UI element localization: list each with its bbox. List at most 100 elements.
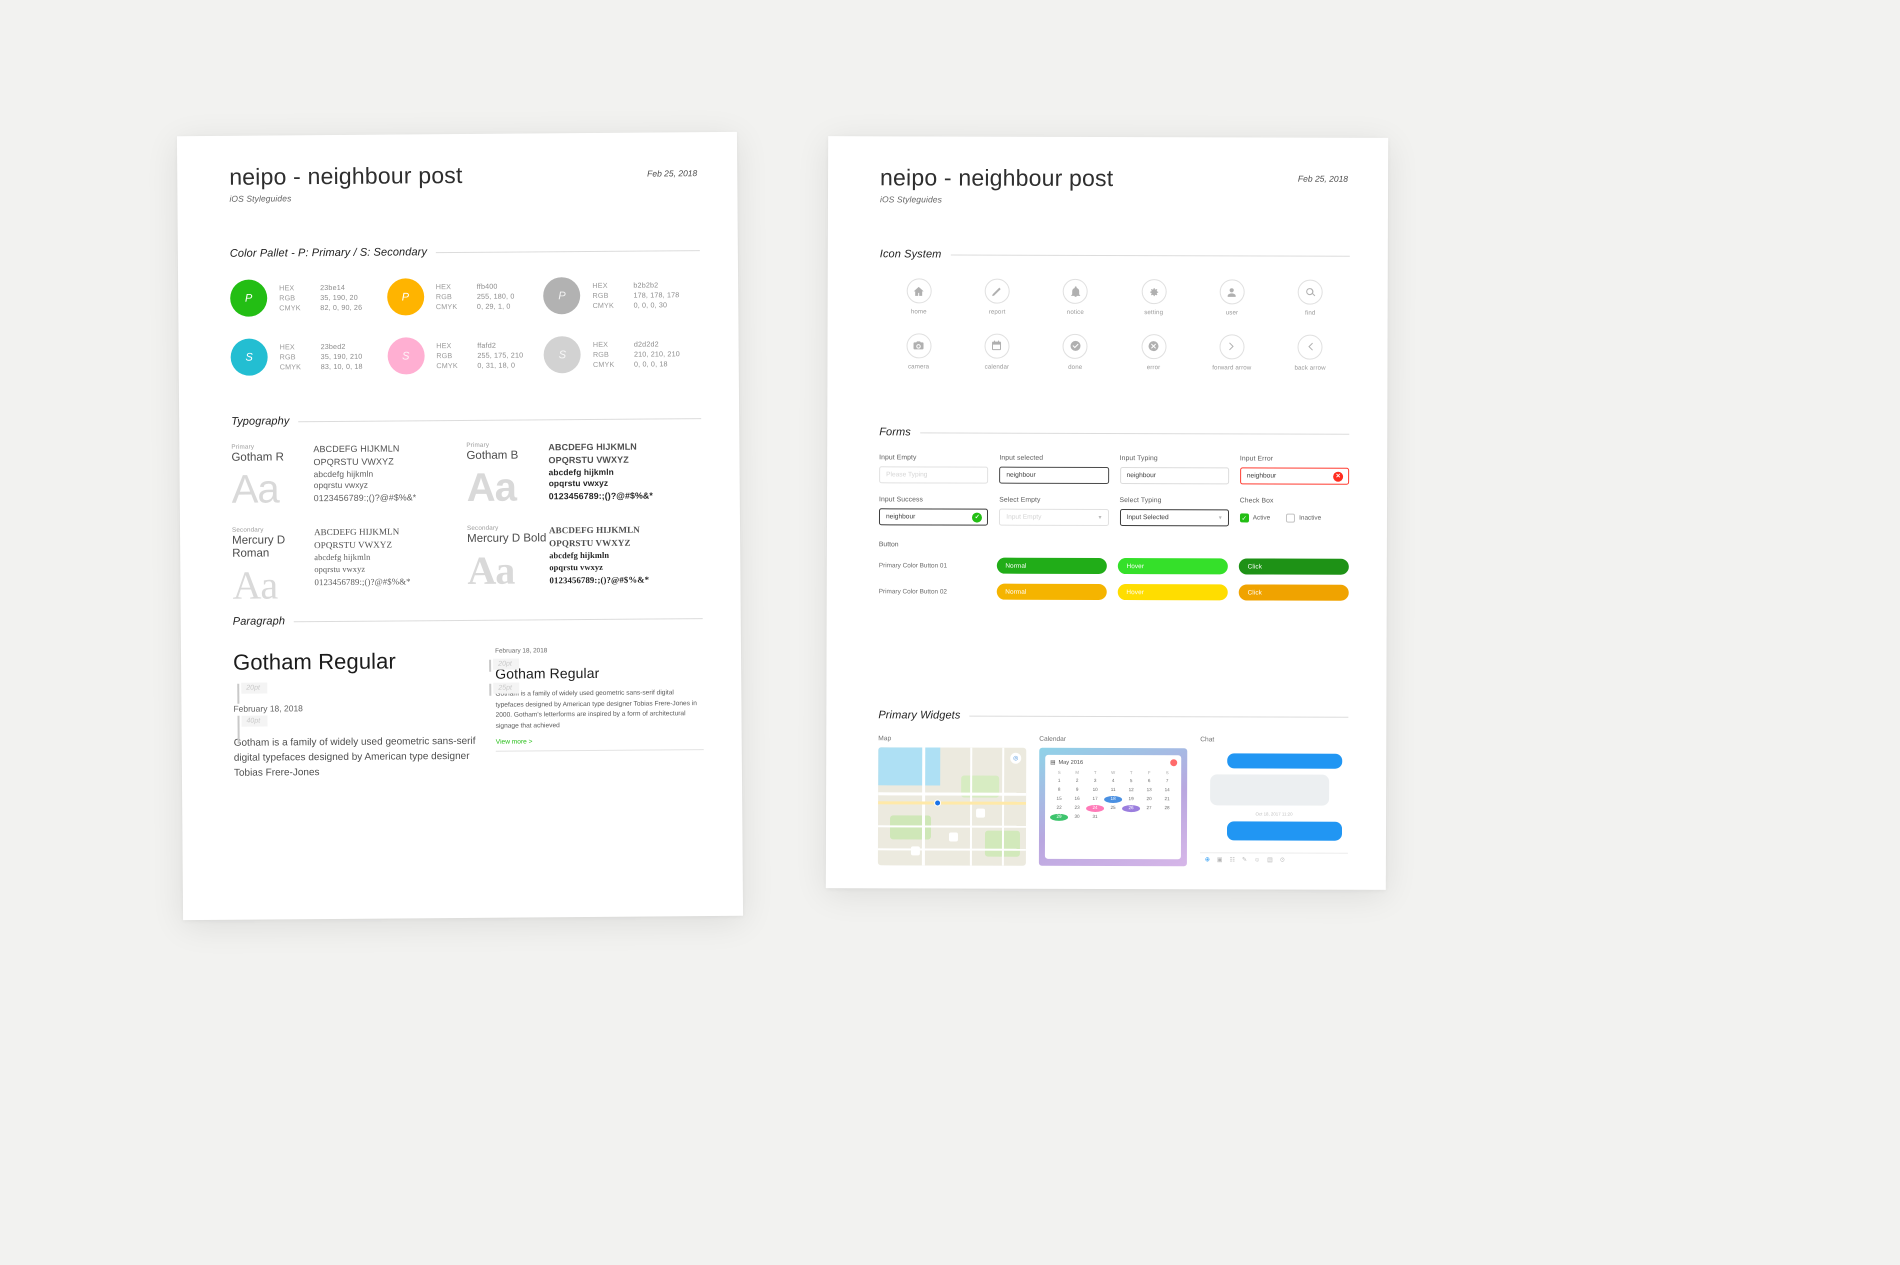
- widget-grid: Map ◎ Calendar ▤ May 2016 S M T W T F S …: [877, 735, 1349, 867]
- input-selected[interactable]: neighbour: [999, 466, 1109, 485]
- input-empty[interactable]: Please Typing: [879, 466, 989, 484]
- icon-item-done[interactable]: done: [1036, 333, 1114, 372]
- calendar-day[interactable]: 23: [1068, 805, 1086, 812]
- specimen-lowercase-2: opqrstu vwxyz: [314, 564, 366, 574]
- icon-item-calendar[interactable]: calendar: [958, 333, 1036, 371]
- add-icon[interactable]: ⊕: [1205, 856, 1210, 863]
- calendar-day[interactable]: 10: [1086, 787, 1104, 794]
- list-icon[interactable]: ▤: [1267, 857, 1273, 864]
- icon-label: setting: [1144, 309, 1164, 317]
- section-header: Typography: [231, 412, 702, 428]
- calendar-day[interactable]: 6: [1140, 779, 1158, 786]
- calendar-day[interactable]: 25: [1104, 805, 1122, 812]
- typeface-name: Mercury D Bold: [467, 532, 547, 546]
- cmyk-value: 0, 0, 0, 18: [633, 359, 668, 369]
- rgb-key: RGB: [436, 350, 453, 360]
- styleguide-page-right: neipo - neighbour post iOS Styleguides F…: [825, 136, 1389, 890]
- map-park: [889, 815, 932, 840]
- specimen-uppercase-2: OPQRSTU VWXYZ: [314, 539, 393, 551]
- select-typing-value: Input Selected: [1126, 514, 1169, 522]
- icon-item-camera[interactable]: camera: [879, 333, 957, 371]
- calendar-day[interactable]: 15: [1050, 796, 1068, 803]
- checkbox-active[interactable]: ✓ Active: [1239, 513, 1270, 523]
- calendar-grid[interactable]: S M T W T F S 1 2 3 4 5 6 7 8 9 10 11 12 13 14 15 16 17 18 19 20 21…: [1050, 770, 1176, 821]
- calendar-day[interactable]: 29: [1050, 813, 1069, 821]
- emoji-icon[interactable]: ☺: [1254, 857, 1260, 863]
- calendar-day[interactable]: 13: [1140, 787, 1158, 794]
- icon-item-back-arrow[interactable]: back arrow: [1271, 334, 1349, 372]
- chevron-down-icon: ▾: [1098, 514, 1102, 521]
- calendar-day[interactable]: 11: [1104, 787, 1122, 794]
- calendar-day[interactable]: 17: [1086, 796, 1104, 803]
- select-empty[interactable]: Input Empty ▾: [999, 508, 1109, 527]
- button-row-primary-01: Primary Color Button 01 Normal Hover Cli…: [879, 557, 1349, 575]
- locate-icon[interactable]: ◎: [1010, 752, 1022, 764]
- select-typing[interactable]: Input Selected ▾: [1119, 509, 1229, 527]
- more-icon[interactable]: ⊙: [1280, 857, 1285, 864]
- calendar-day[interactable]: 14: [1158, 787, 1176, 794]
- calendar-day[interactable]: 24: [1086, 805, 1105, 812]
- calendar-day[interactable]: 19: [1122, 796, 1140, 803]
- icon-item-report[interactable]: report: [958, 278, 1036, 317]
- calendar-day[interactable]: 26: [1122, 805, 1141, 813]
- input-typing[interactable]: neighbour: [1119, 467, 1229, 485]
- field-label: Select Empty: [999, 496, 1041, 504]
- palette-swatch: P HEX ffb400 RGB 255, 180, 0 CMYK 0, 29,…: [386, 277, 544, 316]
- camera-icon: [906, 333, 932, 359]
- button-hover[interactable]: Hover: [1117, 584, 1228, 601]
- section-header: Color Pallet - P: Primary / S: Secondary: [230, 244, 700, 260]
- calendar-day[interactable]: 2: [1068, 778, 1086, 785]
- calendar-day[interactable]: 12: [1122, 787, 1140, 794]
- calendar-day[interactable]: 5: [1122, 778, 1140, 785]
- icon-item-forward-arrow[interactable]: forward arrow: [1193, 334, 1271, 372]
- input-error[interactable]: neighbour ✕: [1239, 467, 1350, 485]
- calendar-weekday: T: [1093, 769, 1097, 775]
- calendar-day[interactable]: 3: [1086, 778, 1104, 785]
- calendar-day[interactable]: 9: [1068, 787, 1086, 794]
- field-label: Input Typing: [1119, 455, 1158, 463]
- button-click[interactable]: Click: [1238, 558, 1349, 575]
- calendar-day[interactable]: 20: [1140, 796, 1158, 803]
- icon-item-error[interactable]: error: [1114, 333, 1192, 372]
- chat-preview[interactable]: Oct 18, 2017 11:20 ⊕ ▣ ☷ ✎ ☺ ▤ ⊙: [1199, 748, 1349, 867]
- calendar-day[interactable]: 8: [1050, 787, 1068, 794]
- checkbox-group: ✓ Active Inactive: [1239, 509, 1349, 526]
- photo-icon[interactable]: ▣: [1217, 856, 1223, 863]
- calendar-day[interactable]: 16: [1068, 796, 1086, 803]
- button-click[interactable]: Click: [1238, 584, 1349, 601]
- button-normal[interactable]: Normal: [996, 557, 1107, 574]
- calendar-day[interactable]: 4: [1104, 778, 1122, 785]
- calendar-day[interactable]: 21: [1158, 796, 1176, 803]
- calendar-day[interactable]: 30: [1068, 814, 1086, 821]
- calendar-day[interactable]: 31: [1086, 814, 1104, 821]
- calendar-day[interactable]: 18: [1104, 796, 1123, 804]
- calendar-day[interactable]: 1: [1050, 778, 1068, 785]
- button-normal[interactable]: Normal: [996, 583, 1107, 600]
- typeface-aa-sample: Aa: [232, 562, 278, 608]
- button-hover[interactable]: Hover: [1117, 558, 1228, 575]
- back-arrow-icon: [1297, 334, 1323, 360]
- cmyk-key: CMYK: [279, 362, 302, 372]
- calendar-day[interactable]: 7: [1158, 779, 1176, 786]
- icon-item-notice[interactable]: notice: [1036, 278, 1114, 317]
- icon-item-user[interactable]: user: [1193, 279, 1271, 317]
- icon-item-home[interactable]: home: [880, 278, 958, 316]
- calendar-preview[interactable]: ▤ May 2016 S M T W T F S 1 2 3 4 5 6 7 8 9 10 11 12 13 14 15 1…: [1038, 747, 1188, 867]
- calendar-day[interactable]: 27: [1140, 805, 1158, 812]
- checkbox-inactive[interactable]: Inactive: [1286, 513, 1321, 523]
- paragraph-divider: [495, 749, 704, 752]
- view-more-link[interactable]: View more >: [496, 737, 704, 746]
- map-preview[interactable]: ◎: [877, 747, 1027, 866]
- gallery-icon[interactable]: ☷: [1230, 856, 1235, 863]
- attachment-icon[interactable]: ✎: [1242, 856, 1247, 863]
- hex-value: ffafd2: [477, 340, 497, 350]
- palette-row-secondary: S HEX 23bed2 RGB 35, 190, 210 CMYK 83, 1…: [230, 335, 701, 376]
- chat-bubble-outgoing: [1226, 753, 1343, 769]
- widget-label: Calendar: [1039, 735, 1067, 743]
- cmyk-key: CMYK: [436, 360, 458, 370]
- calendar-day[interactable]: 22: [1050, 805, 1068, 812]
- calendar-day[interactable]: 28: [1158, 805, 1176, 812]
- input-success[interactable]: neighbour ✓: [878, 508, 989, 526]
- icon-item-find[interactable]: find: [1271, 279, 1349, 318]
- icon-item-setting[interactable]: setting: [1115, 279, 1193, 317]
